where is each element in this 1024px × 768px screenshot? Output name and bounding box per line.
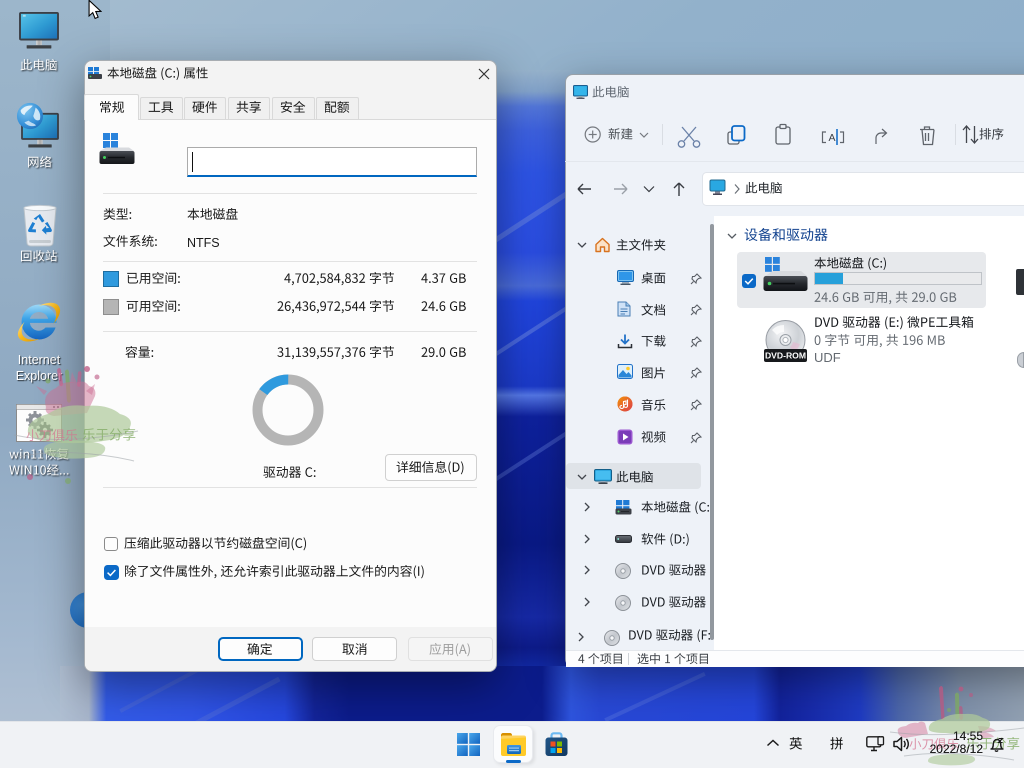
svg-text:A: A <box>829 132 836 144</box>
svg-text:DVD-ROM: DVD-ROM <box>765 351 806 361</box>
